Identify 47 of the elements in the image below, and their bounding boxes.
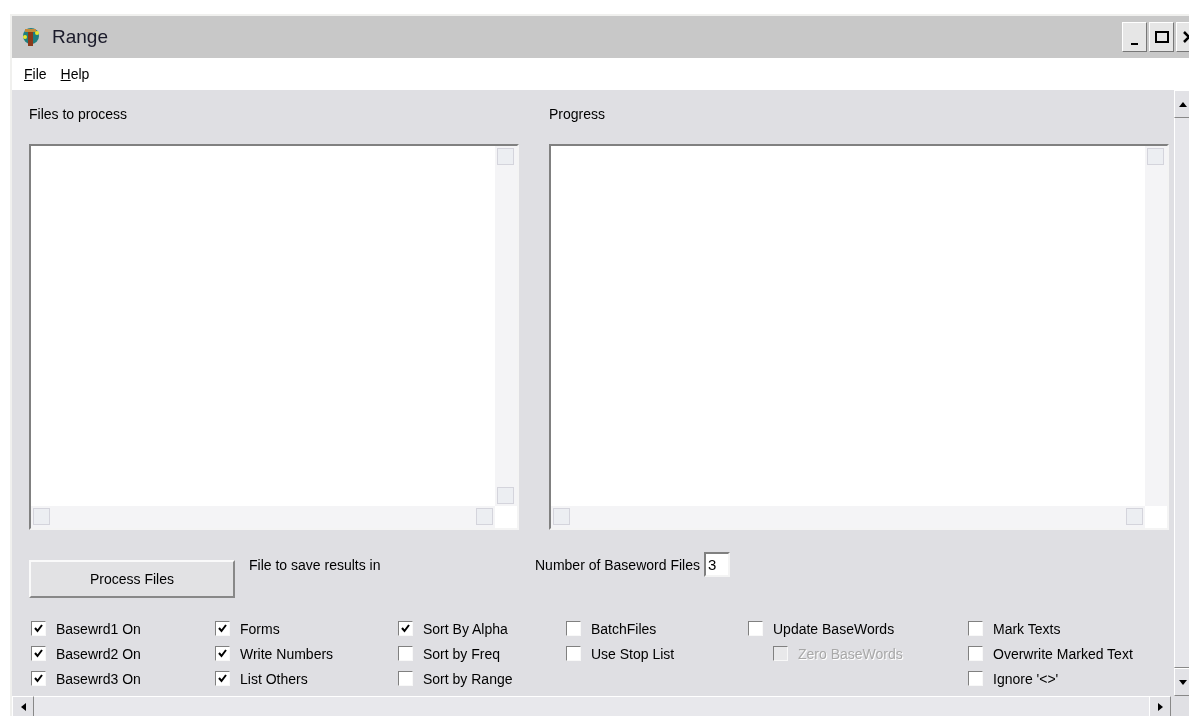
app-icon <box>20 26 42 48</box>
option-checkbox[interactable]: Basewrd1 On <box>31 616 141 641</box>
files-label: Files to process <box>29 106 129 124</box>
option-checkbox[interactable]: Use Stop List <box>566 641 675 666</box>
checkmark-icon <box>34 674 43 683</box>
down-arrow-icon <box>1178 679 1187 685</box>
process-files-button[interactable]: Process Files <box>29 560 235 598</box>
baseword-files-field[interactable]: 3 <box>703 552 730 577</box>
option-checkbox[interactable]: Mark Texts <box>968 616 1061 641</box>
option-checkbox[interactable]: Basewrd3 On <box>31 666 141 691</box>
save-results-label: File to save results in <box>249 557 382 573</box>
right-arrow-icon <box>1157 703 1163 711</box>
scroll-up-button[interactable] <box>1174 90 1189 118</box>
progress-label: Progress <box>549 106 607 124</box>
checkmark-icon <box>218 649 227 658</box>
checkmark-icon <box>401 624 410 633</box>
scroll-down-button[interactable] <box>1174 668 1189 696</box>
left-arrow-icon <box>20 703 26 711</box>
vertical-scrollbar[interactable] <box>1174 90 1189 696</box>
option-checkbox[interactable]: Basewrd2 On <box>31 641 141 666</box>
option-checkbox[interactable]: Sort by Range <box>398 666 513 691</box>
menu-item[interactable]: File <box>24 66 47 82</box>
option-checkbox[interactable]: BatchFiles <box>566 616 657 641</box>
option-checkbox[interactable]: List Others <box>215 666 308 691</box>
option-checkbox[interactable]: Ignore '<>' <box>968 666 1059 691</box>
checkmark-icon <box>34 649 43 658</box>
maximize-button[interactable] <box>1149 22 1174 52</box>
option-checkbox[interactable]: Overwrite Marked Text <box>968 641 1133 666</box>
maximize-icon <box>1154 31 1169 43</box>
minimize-button[interactable] <box>1122 22 1147 52</box>
scroll-right-button[interactable] <box>1149 696 1171 716</box>
window-title: Range <box>52 26 109 48</box>
checkmark-icon <box>218 624 227 633</box>
menu-item[interactable]: Help <box>60 66 90 82</box>
size-grip[interactable] <box>1171 696 1189 716</box>
option-checkbox[interactable]: Forms <box>215 616 280 641</box>
option-checkbox[interactable]: Sort By Alpha <box>398 616 508 641</box>
checkmark-icon <box>34 624 43 633</box>
option-checkbox[interactable]: Sort by Freq <box>398 641 501 666</box>
baseword-files-label: Number of Baseword Files <box>535 557 700 573</box>
option-checkbox[interactable]: Write Numbers <box>215 641 334 666</box>
horizontal-scrollbar[interactable] <box>12 696 1189 716</box>
up-arrow-icon <box>1178 101 1187 107</box>
checkmark-icon <box>218 674 227 683</box>
scroll-left-button[interactable] <box>12 696 34 716</box>
minimize-icon <box>1131 43 1138 45</box>
option-checkbox[interactable]: Update BaseWords <box>748 616 895 641</box>
